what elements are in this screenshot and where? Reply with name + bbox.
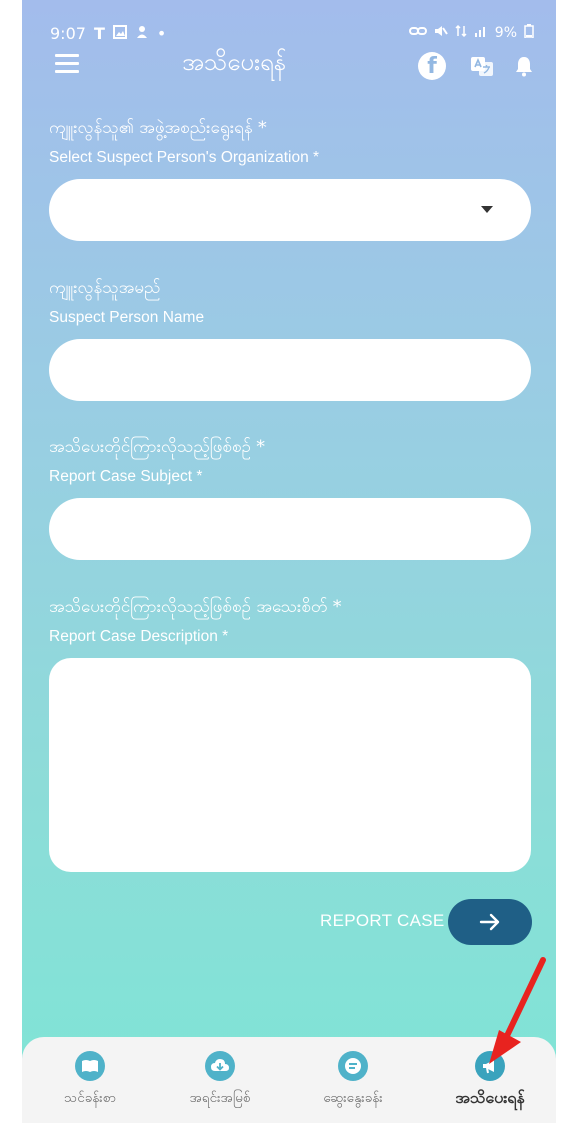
cloud-download-icon [205, 1051, 235, 1081]
menu-icon-line [55, 70, 79, 73]
subject-label-en: Report Case Subject * [49, 468, 203, 485]
bell-icon[interactable] [512, 54, 536, 78]
t-icon: T [93, 23, 105, 43]
gallery-icon [112, 24, 127, 43]
nav-item-discussion[interactable]: ဆွေးနွေးခန်း [293, 1051, 413, 1109]
app-bar: အသိပေးရန် f [22, 44, 556, 88]
link-icon [408, 25, 427, 41]
suspect-name-label-en: Suspect Person Name [49, 309, 205, 326]
menu-icon-line [55, 54, 79, 57]
report-case-label[interactable]: REPORT CASE [320, 911, 445, 931]
signal-icon [474, 25, 488, 41]
suspect-name-label-my: ကျူးလွန်သူအမည် [49, 278, 161, 298]
nav-item-report[interactable]: အသိပေးရန် [430, 1051, 550, 1111]
megaphone-icon [475, 1051, 505, 1081]
mute-icon [434, 24, 448, 42]
report-case-button[interactable] [448, 899, 532, 945]
subject-label-my: အသိပေးတိုင်ကြားလိုသည့်ဖြစ်စဉ် * [49, 437, 265, 457]
nav-label-discussion: ဆွေးနွေးခန်း [323, 1090, 383, 1106]
nav-item-resources[interactable]: အရင်းအမြစ် [160, 1051, 280, 1109]
app-screen: 9:07 T • 9% အသိပေးရန် f ကျူးလွန်သူ၏ အဖွဲ… [22, 0, 556, 1123]
book-icon [75, 1051, 105, 1081]
status-time: 9:07 [50, 23, 86, 43]
nav-label-resources: အရင်းအမြစ် [189, 1090, 251, 1106]
page-title: အသိပေးရန် [182, 48, 287, 76]
organization-label-my: ကျူးလွန်သူ၏ အဖွဲ့အစည်းရွေးရန် * [49, 118, 267, 138]
menu-icon-line [55, 62, 79, 65]
arrow-right-icon [479, 913, 500, 931]
nav-item-lessons[interactable]: သင်ခန်းစာ [30, 1051, 150, 1109]
nav-label-lessons: သင်ခန်းစာ [64, 1090, 116, 1106]
battery-icon [524, 24, 534, 42]
bottom-navigation: သင်ခန်းစာ အရင်းအမြစ် ဆွေးနွေးခန်း အသိပေး… [22, 1037, 556, 1123]
status-left: 9:07 T • [50, 24, 166, 43]
description-label-my: အသိပေးတိုင်ကြားလိုသည့်ဖြစ်စဉ် အသေးစိတ် * [49, 597, 342, 617]
suspect-name-input[interactable] [49, 339, 531, 401]
organization-label-en: Select Suspect Person's Organization * [49, 149, 320, 166]
description-textarea[interactable] [49, 658, 531, 872]
menu-button[interactable] [55, 54, 79, 74]
dot-icon: • [156, 23, 167, 43]
facebook-icon[interactable]: f [418, 52, 446, 80]
status-bar: 9:07 T • 9% [50, 22, 534, 44]
description-label-en: Report Case Description * [49, 628, 229, 645]
status-right: 9% [408, 24, 534, 42]
battery-percent: 9% [494, 25, 517, 41]
subject-input[interactable] [49, 498, 531, 560]
organization-dropdown[interactable] [49, 179, 531, 241]
chat-icon [338, 1051, 368, 1081]
nav-label-report: အသိပေးရန် [455, 1088, 525, 1107]
person-icon [135, 24, 149, 43]
data-icon [455, 24, 467, 42]
dropdown-arrow-icon [481, 206, 493, 213]
translate-icon[interactable] [470, 54, 494, 78]
